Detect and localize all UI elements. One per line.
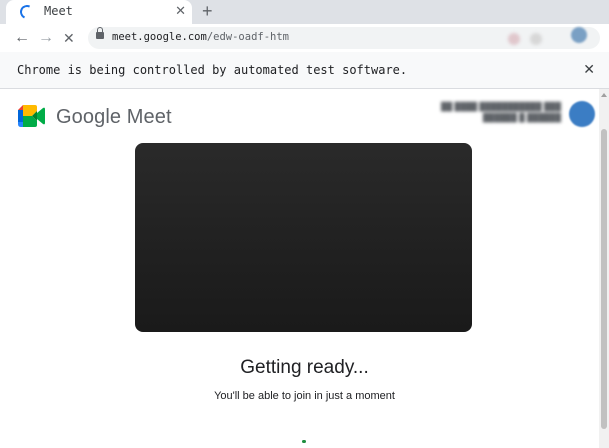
scrollbar-thumb[interactable] xyxy=(601,129,607,429)
profile-avatar[interactable] xyxy=(571,27,587,43)
account-info: ██ ████ ███████████ ███ ██████ █ ██████ xyxy=(440,102,561,122)
address-bar[interactable]: meet.google.com/edw-oadf-htm xyxy=(88,27,600,49)
tab-title: Meet xyxy=(44,4,73,18)
extension-icon[interactable] xyxy=(508,33,520,45)
getting-ready-subtext: You'll be able to join in just a moment xyxy=(214,390,395,402)
infobar-message: Chrome is being controlled by automated … xyxy=(17,63,408,77)
meet-page: Google Meet ██ ████ ███████████ ███ ████… xyxy=(0,89,609,448)
automation-infobar: Chrome is being controlled by automated … xyxy=(0,52,609,89)
tab-strip: Meet ✕ + xyxy=(0,0,609,24)
account-avatar[interactable] xyxy=(569,101,595,127)
lock-icon[interactable] xyxy=(96,27,104,39)
url-host: meet.google.com xyxy=(112,31,207,43)
new-tab-button[interactable]: + xyxy=(202,1,213,21)
bookmark-star-icon[interactable] xyxy=(530,33,542,45)
infobar-close-icon[interactable]: ✕ xyxy=(583,61,595,78)
meet-logo-icon xyxy=(18,105,45,127)
browser-toolbar: ← → ✕ meet.google.com/edw-oadf-htm xyxy=(0,24,609,52)
scroll-up-icon[interactable] xyxy=(601,93,607,97)
back-arrow-icon[interactable]: ← xyxy=(14,28,30,48)
url-path: /edw-oadf-htm xyxy=(206,31,290,43)
loading-spinner-icon xyxy=(18,3,36,21)
tab-close-icon[interactable]: ✕ xyxy=(175,3,186,19)
loading-indicator xyxy=(302,440,306,443)
page-scrollbar[interactable] xyxy=(599,89,609,448)
tab-meet[interactable]: Meet ✕ xyxy=(6,0,192,24)
brand-name: Google Meet xyxy=(56,106,172,128)
video-preview xyxy=(135,143,472,332)
getting-ready-heading: Getting ready... xyxy=(240,357,369,378)
forward-arrow-icon[interactable]: → xyxy=(38,28,54,48)
url-text: meet.google.com/edw-oadf-htm xyxy=(112,31,289,43)
stop-icon[interactable]: ✕ xyxy=(63,28,75,48)
